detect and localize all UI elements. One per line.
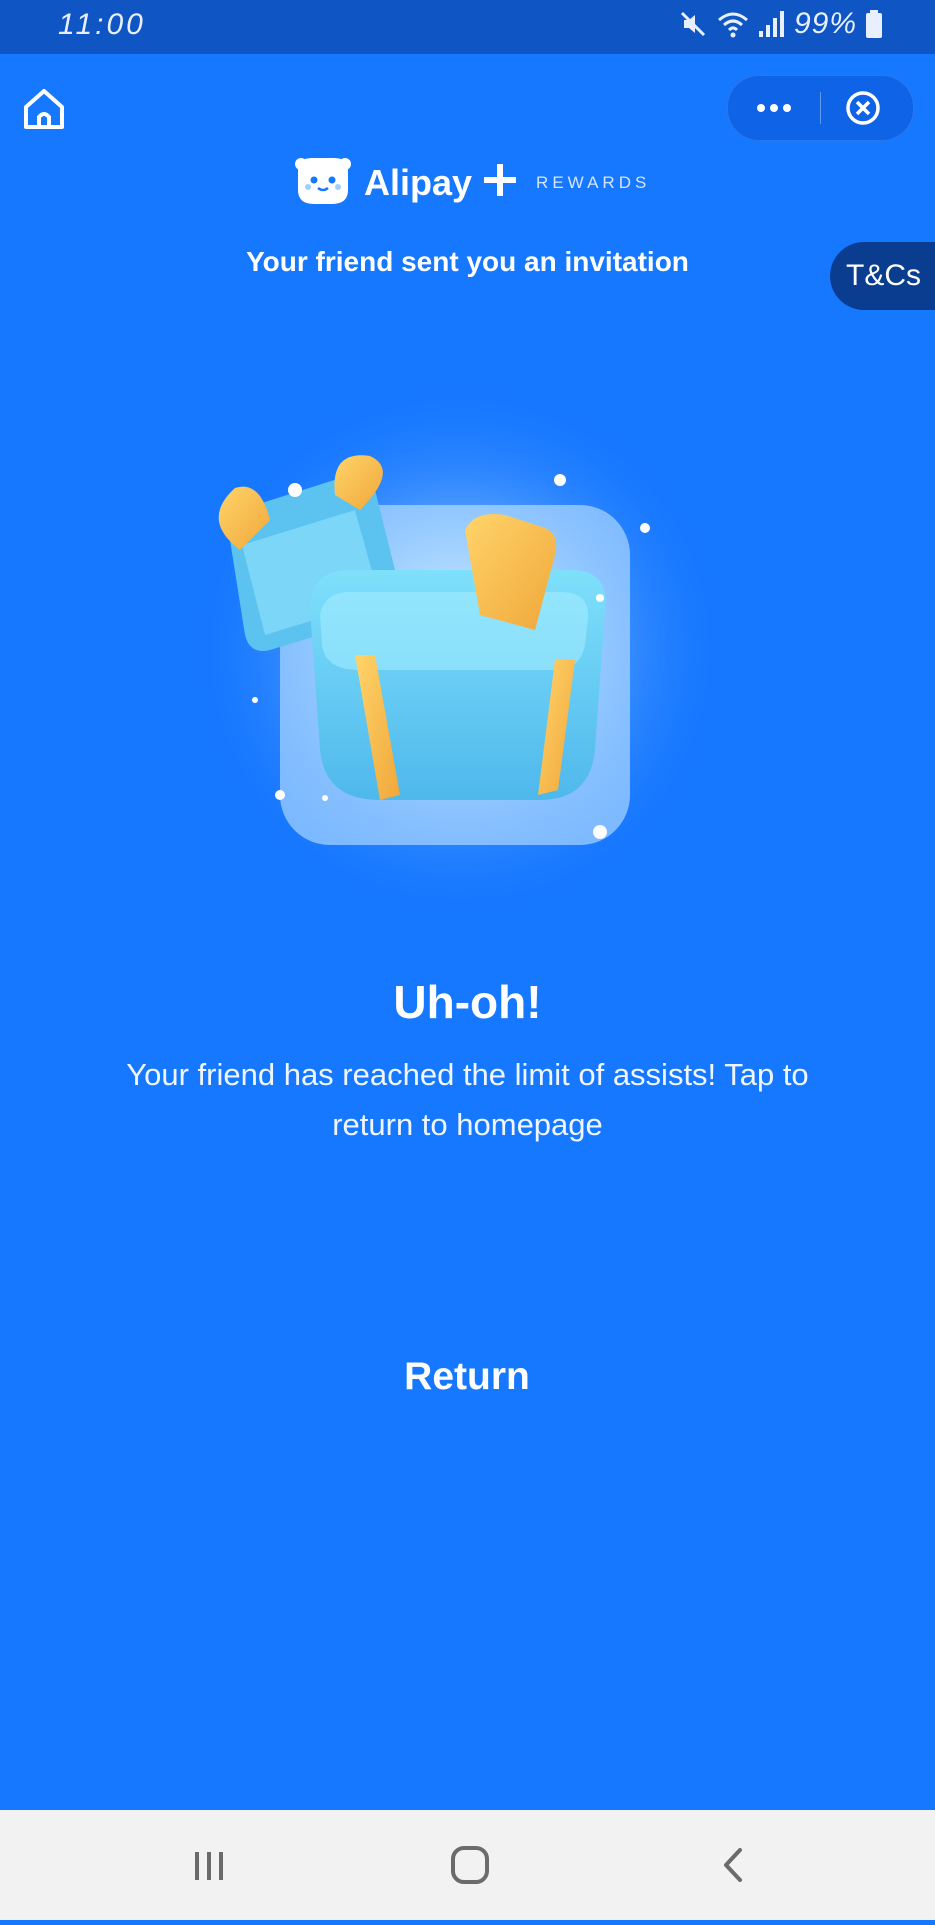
- mini-program-capsule: [727, 75, 914, 141]
- error-message: Your friend has reached the limit of ass…: [126, 1057, 809, 1142]
- error-title: Uh-oh!: [393, 976, 542, 1028]
- battery-icon: [865, 9, 883, 39]
- wifi-icon: [716, 9, 750, 39]
- return-button[interactable]: Return: [317, 1342, 617, 1412]
- nav-home-button[interactable]: [410, 1810, 530, 1920]
- close-button[interactable]: [821, 76, 913, 140]
- brand-name: Alipay: [364, 161, 473, 203]
- brand-rewards-label: REWARDS: [536, 172, 651, 192]
- mute-icon: [678, 9, 708, 39]
- plus-logo-icon: [482, 162, 518, 203]
- home-circle-icon: [410, 1846, 530, 1924]
- recents-button[interactable]: [151, 1810, 271, 1920]
- alipay-mascot-icon: [292, 152, 354, 213]
- gift-box-illustration: [160, 370, 780, 930]
- invitation-subtitle: Your friend sent you an invitation: [246, 246, 689, 277]
- status-bar: 11:00 99%: [0, 0, 935, 54]
- status-time: 11:00: [58, 8, 146, 41]
- back-button[interactable]: [672, 1810, 792, 1920]
- more-button[interactable]: [728, 76, 820, 140]
- tcs-button[interactable]: T&Cs: [830, 242, 935, 310]
- more-dots-icon: [728, 104, 820, 144]
- battery-percentage: 99%: [793, 7, 857, 40]
- navigation-bar: [0, 1810, 935, 1920]
- status-icons: 99%: [678, 7, 883, 41]
- home-button[interactable]: [20, 85, 68, 133]
- recents-icon: [151, 1852, 271, 1924]
- back-icon: [672, 1848, 792, 1924]
- home-icon: [20, 89, 68, 137]
- brand-logo: Alipay REWARDS: [292, 152, 650, 213]
- close-circle-icon: [821, 91, 913, 144]
- signal-icon: [758, 9, 786, 39]
